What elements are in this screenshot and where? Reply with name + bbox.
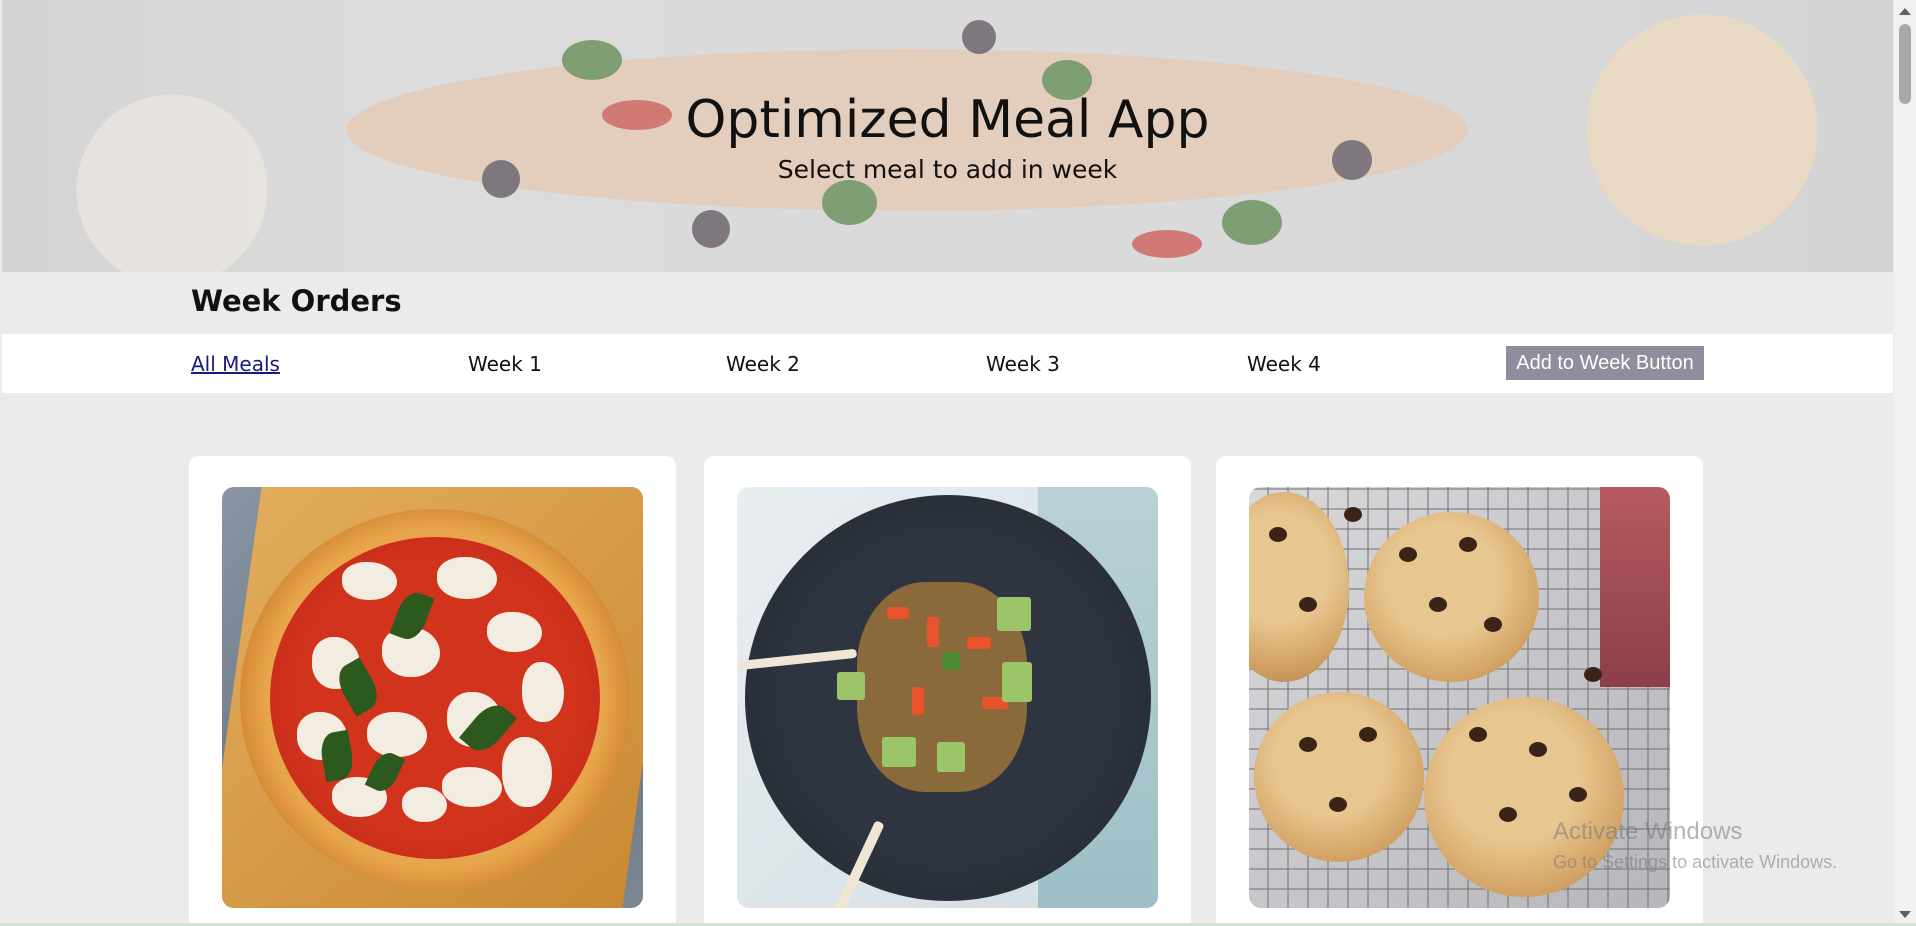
app-subtitle: Select meal to add in week [777, 155, 1118, 184]
meal-card[interactable] [704, 456, 1191, 926]
vertical-scrollbar[interactable] [1894, 0, 1916, 926]
week-nav-bar: All Meals Week 1 Week 2 Week 3 Week 4 Ad… [2, 334, 1893, 393]
nav-week-2[interactable]: Week 2 [726, 352, 800, 376]
add-to-week-button[interactable]: Add to Week Button [1506, 346, 1704, 380]
scroll-thumb[interactable] [1899, 24, 1911, 104]
stir-fry-rice-bowl-photo[interactable] [737, 487, 1158, 908]
app-title: Optimized Meal App [685, 90, 1210, 150]
activate-windows-watermark: Activate Windows Go to Settings to activ… [1553, 818, 1837, 873]
scroll-down-icon[interactable] [1899, 911, 1911, 918]
nav-week-1[interactable]: Week 1 [468, 352, 542, 376]
week-orders-heading: Week Orders [191, 284, 402, 318]
nav-week-4[interactable]: Week 4 [1247, 352, 1321, 376]
hero-banner: Optimized Meal App Select meal to add in… [2, 0, 1893, 272]
scroll-up-icon[interactable] [1899, 8, 1911, 15]
nav-week-3[interactable]: Week 3 [986, 352, 1060, 376]
page: Optimized Meal App Select meal to add in… [0, 0, 1893, 926]
week-orders-section: Week Orders [2, 272, 1893, 334]
pizza-margherita-photo[interactable] [222, 487, 643, 908]
watermark-title: Activate Windows [1553, 818, 1743, 845]
nav-all-meals[interactable]: All Meals [191, 352, 280, 376]
watermark-subtitle: Go to Settings to activate Windows. [1553, 852, 1838, 872]
meal-card[interactable] [189, 456, 676, 926]
